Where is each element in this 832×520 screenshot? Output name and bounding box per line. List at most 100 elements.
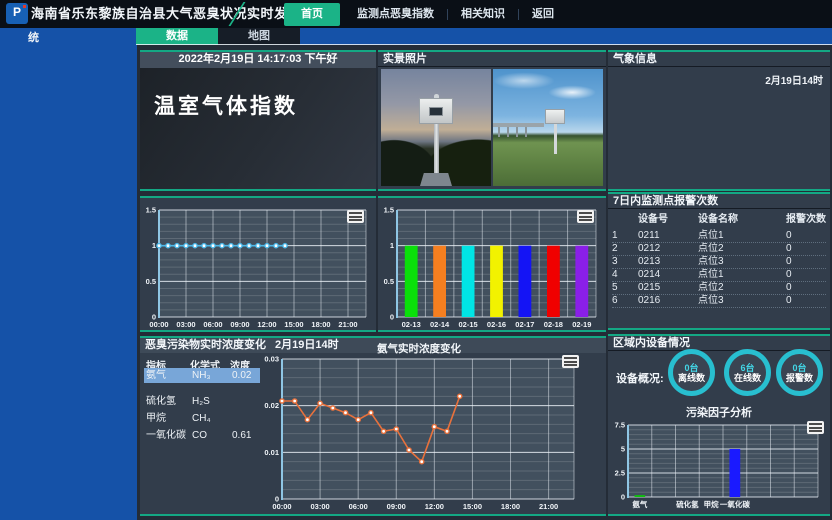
svg-text:06:00: 06:00 — [203, 320, 222, 329]
headline-zone: 温室气体指数 — [140, 68, 376, 189]
svg-text:02-18: 02-18 — [544, 320, 563, 329]
fence — [493, 123, 544, 127]
device-screen — [429, 107, 443, 116]
greenhouse-line-chart-panel: 00.511.500:0003:0006:0009:0012:0015:0018… — [140, 196, 376, 332]
pollutant-row-ammonia[interactable]: 氨气 NH₃ 0.02 — [144, 368, 260, 383]
svg-text:02-19: 02-19 — [572, 320, 591, 329]
svg-text:02-15: 02-15 — [459, 320, 478, 329]
pollutant-panel-title: 恶臭污染物实时浓度变化 — [145, 338, 266, 353]
svg-text:0: 0 — [390, 313, 394, 322]
site-photo-field — [493, 69, 603, 186]
nav-knowledge[interactable]: 相关知识 — [448, 0, 518, 28]
pollutant-row-co[interactable]: 一氧化碳 CO 0.61 — [144, 428, 260, 443]
weather-panel: 气象信息 2月19日14时 — [608, 50, 830, 191]
topbar: P 海南省乐东黎族自治县大气恶臭状况实时发布系 首页 监测点恶臭指数 相关知识 … — [0, 0, 832, 28]
left-sidebar — [0, 28, 137, 520]
photos-panel: 实景照片 — [378, 50, 606, 191]
greenhouse-gas-headline: 温室气体指数 — [154, 90, 298, 120]
svg-text:09:00: 09:00 — [387, 502, 406, 511]
daily-index-bar-chart: 00.511.502-1302-1402-1502-1602-1702-1802… — [380, 205, 604, 329]
monitoring-device-2 — [545, 109, 565, 124]
svg-text:02-13: 02-13 — [402, 320, 421, 329]
datetime-greeting: 2022年2月19日 14:17:03 下午好 — [140, 52, 376, 68]
device-overview-label: 设备概况: — [616, 370, 664, 386]
tab-map[interactable]: 地图 — [218, 28, 300, 45]
tab-data[interactable]: 数据 — [136, 28, 218, 45]
tab-underline — [136, 44, 832, 45]
svg-text:03:00: 03:00 — [310, 502, 329, 511]
device-pole-2 — [554, 124, 557, 154]
ammonia-chart-title: 氨气实时浓度变化 — [258, 341, 580, 353]
svg-text:1.5: 1.5 — [146, 206, 156, 215]
pollution-factor-bar-chart: 02.557.5氨气硫化氢甲烷一氧化碳 — [612, 420, 826, 509]
blue-strip: 统 数据 地图 — [0, 28, 832, 45]
svg-text:1.5: 1.5 — [384, 206, 394, 215]
pollutant-row-ch4[interactable]: 甲烷 CH₄ — [144, 411, 260, 426]
nav-back[interactable]: 返回 — [519, 0, 567, 28]
svg-text:1: 1 — [390, 241, 394, 250]
svg-text:0.03: 0.03 — [264, 355, 279, 364]
device-base — [420, 173, 452, 186]
offline-count-badge: 0台 离线数 — [668, 349, 715, 396]
svg-text:1: 1 — [152, 241, 156, 250]
nav-monitor-odor-index[interactable]: 监测点恶臭指数 — [344, 0, 447, 28]
alarm-table: 设备号 设备名称 报警次数 10211 点位10 20212 点位20 3021… — [612, 214, 826, 308]
svg-text:0.5: 0.5 — [146, 277, 156, 286]
table-row: 50215 点位20 — [612, 282, 826, 295]
svg-text:02-16: 02-16 — [487, 320, 506, 329]
device-panel: 区域内设备情况 设备概况: 0台 离线数 6台 在线数 0台 报警数 污染因子分… — [608, 334, 830, 516]
svg-text:21:00: 21:00 — [338, 320, 357, 329]
online-count-badge: 6台 在线数 — [724, 349, 771, 396]
alarm-table-header: 设备号 设备名称 报警次数 — [612, 214, 826, 230]
svg-text:5: 5 — [621, 445, 625, 454]
svg-text:00:00: 00:00 — [149, 320, 168, 329]
ammonia-line-chart: 00.010.020.0300:0003:0006:0009:0012:0015… — [256, 354, 582, 511]
weather-panel-title: 气象信息 — [608, 52, 830, 67]
svg-text:一氧化碳: 一氧化碳 — [720, 499, 750, 509]
pollutant-row-h2s[interactable]: 硫化氢 H₂S — [144, 394, 260, 409]
chart-menu-icon[interactable] — [562, 355, 579, 368]
svg-text:21:00: 21:00 — [539, 502, 558, 511]
table-row: 20212 点位20 — [612, 243, 826, 256]
svg-text:2.5: 2.5 — [615, 469, 625, 478]
alarm-table-panel: 7日内监测点报警次数 设备号 设备名称 报警次数 10211 点位10 2021… — [608, 192, 830, 330]
chart-menu-icon[interactable] — [347, 210, 364, 223]
greeting-panel: 2022年2月19日 14:17:03 下午好 温室气体指数 — [140, 50, 376, 191]
table-row: 10211 点位10 — [612, 230, 826, 243]
chart-menu-icon[interactable] — [807, 421, 824, 434]
weather-time: 2月19日14时 — [765, 72, 823, 87]
app-title-wrap: 统 — [28, 29, 39, 45]
svg-text:09:00: 09:00 — [230, 320, 249, 329]
svg-text:03:00: 03:00 — [176, 320, 195, 329]
svg-text:0: 0 — [621, 493, 625, 502]
chart-menu-icon[interactable] — [577, 210, 594, 223]
alarm-count-badge: 0台 报警数 — [776, 349, 823, 396]
device-pole — [434, 124, 439, 173]
svg-text:0.5: 0.5 — [384, 277, 394, 286]
col-device-no: 设备号 — [638, 214, 698, 230]
dashboard-screen: P 海南省乐东黎族自治县大气恶臭状况实时发布系 首页 监测点恶臭指数 相关知识 … — [0, 0, 832, 520]
svg-text:18:00: 18:00 — [501, 502, 520, 511]
pollution-factor-title: 污染因子分析 — [608, 404, 830, 420]
svg-text:12:00: 12:00 — [425, 502, 444, 511]
pollutant-panel: 恶臭污染物实时浓度变化 2月19日14时 指标 化学式 浓度mg/m3 氨气 N… — [140, 336, 606, 516]
svg-text:氨气: 氨气 — [632, 499, 647, 509]
svg-text:15:00: 15:00 — [284, 320, 303, 329]
site-photo-sunset — [381, 69, 491, 186]
table-row: 30213 点位30 — [612, 256, 826, 269]
svg-text:00:00: 00:00 — [272, 502, 291, 511]
svg-text:0.01: 0.01 — [264, 448, 279, 457]
svg-text:18:00: 18:00 — [311, 320, 330, 329]
svg-text:12:00: 12:00 — [257, 320, 276, 329]
photos-panel-title: 实景照片 — [378, 52, 606, 67]
photo-area — [381, 69, 603, 186]
nav-home[interactable]: 首页 — [284, 3, 340, 26]
svg-text:02-17: 02-17 — [515, 320, 534, 329]
top-navigation: 首页 监测点恶臭指数 相关知识 返回 — [280, 0, 567, 28]
svg-text:06:00: 06:00 — [349, 502, 368, 511]
greenhouse-line-chart: 00.511.500:0003:0006:0009:0012:0015:0018… — [142, 205, 374, 329]
table-row: 60216 点位30 — [612, 295, 826, 308]
svg-text:甲烷: 甲烷 — [704, 499, 719, 509]
svg-text:硫化氢: 硫化氢 — [676, 499, 699, 509]
app-logo: P — [6, 3, 28, 24]
